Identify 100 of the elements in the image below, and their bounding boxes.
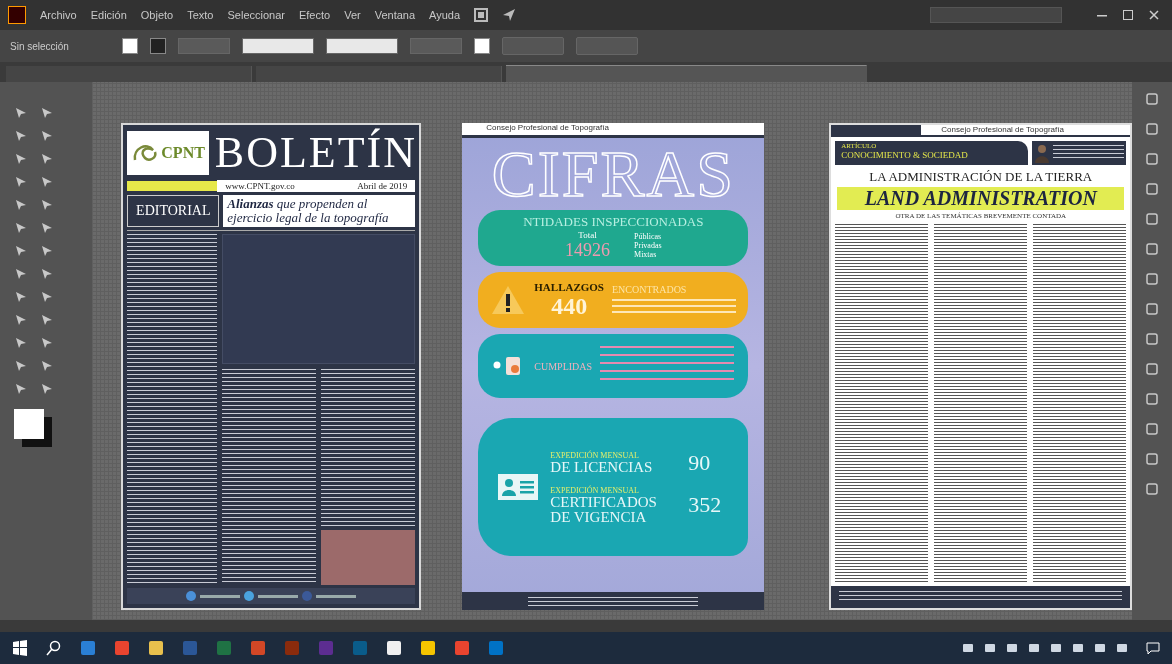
tool-icon[interactable] (40, 129, 54, 143)
panel-icon[interactable] (1145, 242, 1160, 256)
style-field[interactable] (326, 38, 398, 54)
app-icon[interactable] (386, 640, 402, 656)
tool-icon[interactable] (40, 221, 54, 235)
tray-icon[interactable] (1094, 642, 1106, 654)
menu-item[interactable]: Archivo (40, 9, 77, 21)
tool-icon[interactable] (40, 290, 54, 304)
panel-icon[interactable] (1145, 302, 1160, 316)
tool-icon[interactable] (14, 267, 28, 281)
item-value: 90 (688, 449, 711, 476)
card-heading: NTIDADES INSPECCIONADAS (523, 214, 704, 230)
style-swatch[interactable] (474, 38, 490, 54)
headline: Alianzas que propenden al ejercicio legal de la topografía (223, 195, 416, 227)
menu-item[interactable]: Efecto (298, 9, 331, 21)
tray-icon[interactable] (1116, 642, 1128, 654)
tool-icon[interactable] (14, 313, 28, 327)
card-heading: CUMPLIDAS (534, 360, 593, 372)
footer-text-drawing (200, 594, 241, 598)
menu-item[interactable]: Ventana (374, 9, 416, 21)
category-label: CONOCIMIENTO & SOCIEDAD (841, 150, 969, 160)
panel-icon[interactable] (1145, 212, 1160, 226)
tool-icon[interactable] (40, 106, 54, 120)
tray-icon[interactable] (984, 642, 996, 654)
panel-icon[interactable] (1145, 182, 1160, 196)
social-icon (244, 591, 255, 601)
card-heading: HALLAZGOS (534, 280, 604, 293)
panel-icon[interactable] (1145, 482, 1160, 496)
tool-icon[interactable] (40, 175, 54, 189)
fill-swatch[interactable] (122, 38, 138, 54)
panel-icon[interactable] (1145, 272, 1160, 286)
tool-icon[interactable] (14, 382, 28, 396)
tray-icon[interactable] (1072, 642, 1084, 654)
tool-icon[interactable] (40, 198, 54, 212)
tool-icon[interactable] (40, 313, 54, 327)
tool-icon[interactable] (40, 336, 54, 350)
tray-icon[interactable] (1050, 642, 1062, 654)
menu-item[interactable]: Texto (187, 9, 214, 21)
tray-icon[interactable] (1028, 642, 1040, 654)
brush-field[interactable] (242, 38, 314, 54)
panel-icon[interactable] (1145, 452, 1160, 466)
total-label: Total (578, 230, 597, 240)
stroke-swatch[interactable] (150, 38, 166, 54)
breakdown-label: Privadas (634, 241, 662, 250)
item-label: CERTIFICADOS DE VIGENCIA (550, 494, 658, 525)
tool-icon[interactable] (14, 198, 28, 212)
app-icon[interactable] (420, 640, 436, 656)
menu-item[interactable]: Objeto (140, 9, 174, 21)
menu-item[interactable]: Seleccionar (227, 9, 285, 21)
stroke-width-field[interactable] (178, 38, 230, 54)
close-icon[interactable] (1148, 9, 1160, 21)
tray-icon[interactable] (962, 642, 974, 654)
tool-icon[interactable] (14, 336, 28, 350)
menu-item[interactable]: Ayuda (429, 9, 461, 21)
panel-icon[interactable] (1145, 362, 1160, 376)
windows-start-icon[interactable] (12, 640, 28, 656)
tool-icon[interactable] (14, 290, 28, 304)
search-field[interactable] (930, 7, 1062, 23)
layout-icon[interactable] (474, 8, 489, 22)
infographic-title: CIFRAS (491, 144, 735, 204)
header-strip: Consejo Profesional de Topografía (462, 123, 765, 138)
tool-icon[interactable] (14, 221, 28, 235)
tool-icon[interactable] (14, 359, 28, 373)
app-icon[interactable] (148, 640, 164, 656)
findings-value: 440 (551, 292, 588, 320)
warning-icon (490, 284, 527, 316)
tool-icon[interactable] (40, 244, 54, 258)
newsletter-title: BOLETÍN (214, 129, 418, 177)
total-value: 14926 (565, 240, 610, 261)
panel-icon[interactable] (1145, 152, 1160, 166)
tool-icon[interactable] (14, 129, 28, 143)
notification-icon[interactable] (1146, 641, 1160, 655)
panel-icon[interactable] (1145, 392, 1160, 406)
tool-icon[interactable] (14, 244, 28, 258)
opacity-field[interactable] (410, 38, 462, 54)
issue-date: Abril de 2019 (357, 181, 408, 191)
tool-icon[interactable] (40, 382, 54, 396)
item-label: DE LICENCIAS (550, 459, 654, 475)
item-caption: EXPEDICIÓN MENSUAL (550, 485, 640, 495)
id-card-icon (498, 474, 539, 500)
tool-icon[interactable] (40, 359, 54, 373)
tool-icon[interactable] (40, 267, 54, 281)
panel-icon[interactable] (1145, 422, 1160, 436)
maximize-icon[interactable] (1122, 9, 1134, 21)
tool-icon[interactable] (14, 175, 28, 189)
menu-item[interactable]: Ver (344, 9, 361, 21)
search-icon[interactable] (46, 640, 62, 656)
tray-icon[interactable] (1006, 642, 1018, 654)
panel-icon[interactable] (1145, 92, 1160, 106)
panel-icon[interactable] (1145, 122, 1160, 136)
website-text: www.CPNT.gov.co (225, 181, 295, 191)
header-strip: Consejo Profesional de Topografía (921, 125, 1131, 137)
panel-icon[interactable] (1145, 332, 1160, 346)
send-icon[interactable] (502, 8, 517, 22)
tool-icon[interactable] (40, 152, 54, 166)
menu-item[interactable]: Edición (90, 9, 127, 21)
body-text-drawing (1053, 145, 1125, 161)
tool-icon[interactable] (14, 106, 28, 120)
tool-icon[interactable] (14, 152, 28, 166)
social-icon (302, 591, 313, 601)
